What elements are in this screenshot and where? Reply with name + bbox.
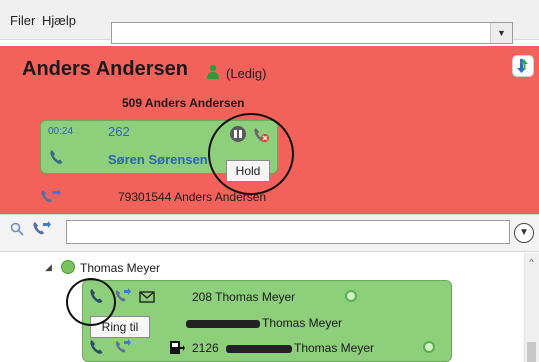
collapse-arrow-icon[interactable]: ◢ [45,262,52,273]
search-input[interactable] [66,220,510,244]
scroll-up-icon[interactable]: ^ [524,257,539,267]
phone-icon[interactable] [88,338,106,356]
menu-help[interactable]: Hjælp [42,13,76,28]
phone-forward-icon[interactable] [114,287,132,305]
call-number: 262 [108,124,130,139]
highlight-circle-hold [208,113,294,195]
presence-dot-icon [61,260,75,274]
presence-dot-icon [345,290,357,302]
redacted-number [186,320,260,328]
contact-row-prefix: 2126 [192,341,219,355]
presence-person-icon [207,64,219,79]
redacted-number [226,345,292,353]
dial-combobox[interactable]: ▼ [111,22,513,44]
refresh-icon[interactable] [512,55,534,77]
presence-dot-icon [423,341,435,353]
envelope-icon[interactable] [138,288,156,306]
forward-number: 79301544 Anders Andersen [118,190,267,204]
contact-row-text: 208 Thomas Meyer [192,290,296,304]
user-status: (Ledig) [226,66,267,81]
contact-row-text: Thomas Meyer [262,316,343,330]
chevron-down-icon[interactable]: ▼ [490,23,512,43]
contact-group-name: Thomas Meyer [80,261,161,275]
call-duration: 00:24 [48,126,74,137]
phone-forward-icon[interactable] [114,338,132,356]
user-name: Anders Andersen [22,58,188,80]
transfer-icon[interactable] [168,338,186,356]
chevron-down-icon[interactable]: ▼ [514,223,534,243]
extension-line: 509 Anders Andersen [122,96,245,110]
call-contact-name: Søren Sørensen [108,152,208,167]
scroll-thumb[interactable] [527,342,536,362]
phone-forward-icon[interactable] [32,220,52,238]
phone-icon [50,150,63,164]
menu-file[interactable]: Filer [10,13,35,28]
search-icon [10,222,24,236]
forward-call-icon [41,189,61,203]
highlight-circle-ring [66,278,116,326]
contact-row-text: Thomas Meyer [294,341,375,355]
